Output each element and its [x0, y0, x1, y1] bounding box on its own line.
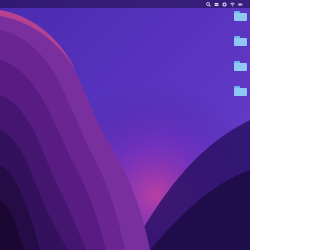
- siri-icon[interactable]: [222, 2, 227, 7]
- desktop[interactable]: [0, 0, 250, 250]
- wallpaper: [0, 0, 250, 250]
- desktop-folder[interactable]: [228, 36, 250, 47]
- menu-bar: [0, 0, 250, 8]
- desktop-folder[interactable]: [228, 11, 250, 22]
- spotlight-icon[interactable]: [206, 1, 211, 7]
- folder-icon: [233, 86, 247, 96]
- folder-icon: [233, 36, 247, 46]
- menubar-status-area: [206, 0, 246, 8]
- folder-icon: [233, 61, 247, 71]
- wifi-icon[interactable]: [230, 2, 235, 7]
- folder-icon: [233, 11, 247, 21]
- desktop-folder[interactable]: [228, 61, 250, 72]
- desktop-folder[interactable]: [228, 86, 250, 97]
- control-center-icon[interactable]: [214, 2, 219, 7]
- battery-icon[interactable]: [238, 2, 243, 7]
